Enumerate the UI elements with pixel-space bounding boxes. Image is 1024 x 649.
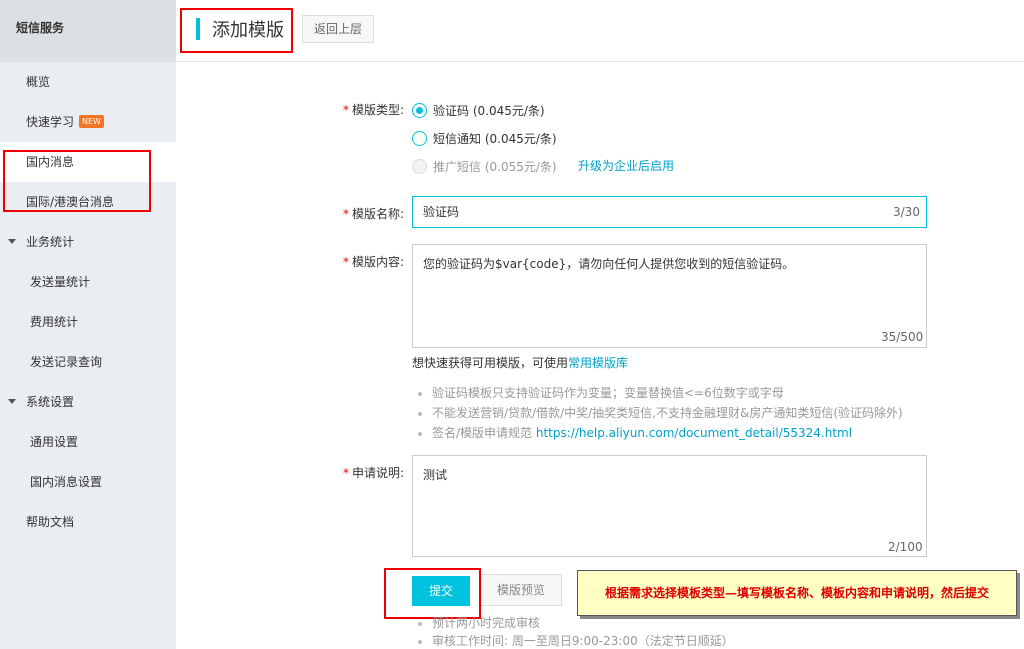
sidebar-item-label: 费用统计 <box>30 315 79 329</box>
sidebar-item-send-stats[interactable]: 发送量统计 <box>0 262 176 302</box>
list-item: 预计两小时完成审核 <box>416 614 734 632</box>
radio-label: 短信通知 (0.045元/条) <box>433 131 557 146</box>
sidebar-group-label: 业务统计 <box>26 235 75 249</box>
caret-down-icon <box>8 399 16 404</box>
list-item: 不能发送营销/贷款/借款/中奖/抽奖类短信,不支持金融理财&房产通知类短信(验证… <box>416 403 903 423</box>
sidebar-item-label: 国际/港澳台消息 <box>26 195 115 209</box>
sidebar-item-label: 发送记录查询 <box>30 355 103 369</box>
radio-verification-code[interactable]: 验证码 (0.045元/条) <box>412 100 545 120</box>
sidebar-item-fee-stats[interactable]: 费用统计 <box>0 302 176 342</box>
radio-disabled-icon <box>412 158 427 174</box>
template-library-link[interactable]: 常用模版库 <box>568 356 628 370</box>
sidebar-item-label: 快速学习 <box>26 115 75 129</box>
template-library-hint: 想快速获得可用模版，可使用常用模版库 <box>412 356 629 370</box>
sidebar-item-international[interactable]: 国际/港澳台消息 <box>0 182 176 222</box>
review-notes-list: 预计两小时完成审核 审核工作时间: 周一至周日9:00-23:00（法定节日顺延… <box>416 614 734 649</box>
list-item: 验证码模板只支持验证码作为变量；变量替换值<=6位数字或字母 <box>416 383 903 403</box>
radio-label: 验证码 (0.045元/条) <box>433 103 545 118</box>
caret-down-icon <box>8 239 16 244</box>
radio-icon <box>412 130 427 146</box>
sidebar-item-label: 通用设置 <box>30 435 79 449</box>
template-name-input[interactable]: 验证码 <box>412 196 927 228</box>
name-counter: 3/30 <box>893 205 920 219</box>
radio-checked-icon <box>412 102 427 118</box>
sidebar-item-send-records[interactable]: 发送记录查询 <box>0 342 176 382</box>
page-header: 添加模版 返回上层 <box>176 0 1024 62</box>
sidebar-group-biz-stats[interactable]: 业务统计 <box>0 222 176 262</box>
sidebar-group-label: 系统设置 <box>26 395 75 409</box>
list-item: 签名/模版申请规范 https://help.aliyun.com/docume… <box>416 423 903 443</box>
instruction-callout: 根据需求选择模板类型—填写模板名称、模板内容和申请说明，然后提交 <box>577 570 1017 616</box>
spec-doc-link[interactable]: https://help.aliyun.com/document_detail/… <box>536 426 852 440</box>
radio-promotion: 推广短信 (0.055元/条) <box>412 156 557 176</box>
submit-button[interactable]: 提交 <box>412 576 470 606</box>
sidebar-item-help-docs[interactable]: 帮助文档 <box>0 502 176 542</box>
new-badge: NEW <box>79 115 104 128</box>
content-counter: 35/500 <box>881 330 924 344</box>
sidebar: 短信服务 概览 快速学习 NEW 国内消息 国际/港澳台消息 业务统计 发送量统计… <box>0 0 176 649</box>
content-label: * 模版内容: <box>342 255 404 269</box>
back-button[interactable]: 返回上层 <box>302 15 374 43</box>
sidebar-item-label: 发送量统计 <box>30 275 91 289</box>
sidebar-item-label: 帮助文档 <box>26 515 75 529</box>
list-item: 审核工作时间: 周一至周日9:00-23:00（法定节日顺延） <box>416 632 734 649</box>
sidebar-item-overview[interactable]: 概览 <box>0 62 176 102</box>
desc-counter: 2/100 <box>888 540 923 554</box>
sidebar-item-quick-learn[interactable]: 快速学习 NEW <box>0 102 176 142</box>
title-accent-bar <box>196 18 200 40</box>
application-desc-textarea[interactable]: 测试 <box>412 455 927 557</box>
desc-label: * 申请说明: <box>342 466 404 480</box>
sidebar-item-domestic[interactable]: 国内消息 <box>0 142 176 182</box>
type-label: * 模版类型: <box>342 103 404 117</box>
radio-sms-notice[interactable]: 短信通知 (0.045元/条) <box>412 128 557 148</box>
sidebar-title: 短信服务 <box>0 0 176 62</box>
template-content-textarea[interactable]: 您的验证码为$var{code}，请勿向任何人提供您收到的短信验证码。 <box>412 244 927 348</box>
upgrade-link[interactable]: 升级为企业后启用 <box>578 157 674 174</box>
content-rules-list: 验证码模板只支持验证码作为变量；变量替换值<=6位数字或字母 不能发送营销/贷款… <box>416 383 903 443</box>
radio-label: 推广短信 (0.055元/条) <box>433 159 557 174</box>
sidebar-item-label: 国内消息设置 <box>30 475 103 489</box>
sidebar-group-system-settings[interactable]: 系统设置 <box>0 382 176 422</box>
sidebar-item-domestic-settings[interactable]: 国内消息设置 <box>0 462 176 502</box>
name-label: * 模版名称: <box>342 207 404 221</box>
sidebar-item-label: 概览 <box>26 75 51 89</box>
sidebar-item-label: 国内消息 <box>26 155 75 169</box>
sidebar-item-general-settings[interactable]: 通用设置 <box>0 422 176 462</box>
template-preview-button[interactable]: 模版预览 <box>480 574 562 606</box>
page-title: 添加模版 <box>212 20 284 41</box>
app-root: 短信服务 概览 快速学习 NEW 国内消息 国际/港澳台消息 业务统计 发送量统计… <box>0 0 1024 649</box>
